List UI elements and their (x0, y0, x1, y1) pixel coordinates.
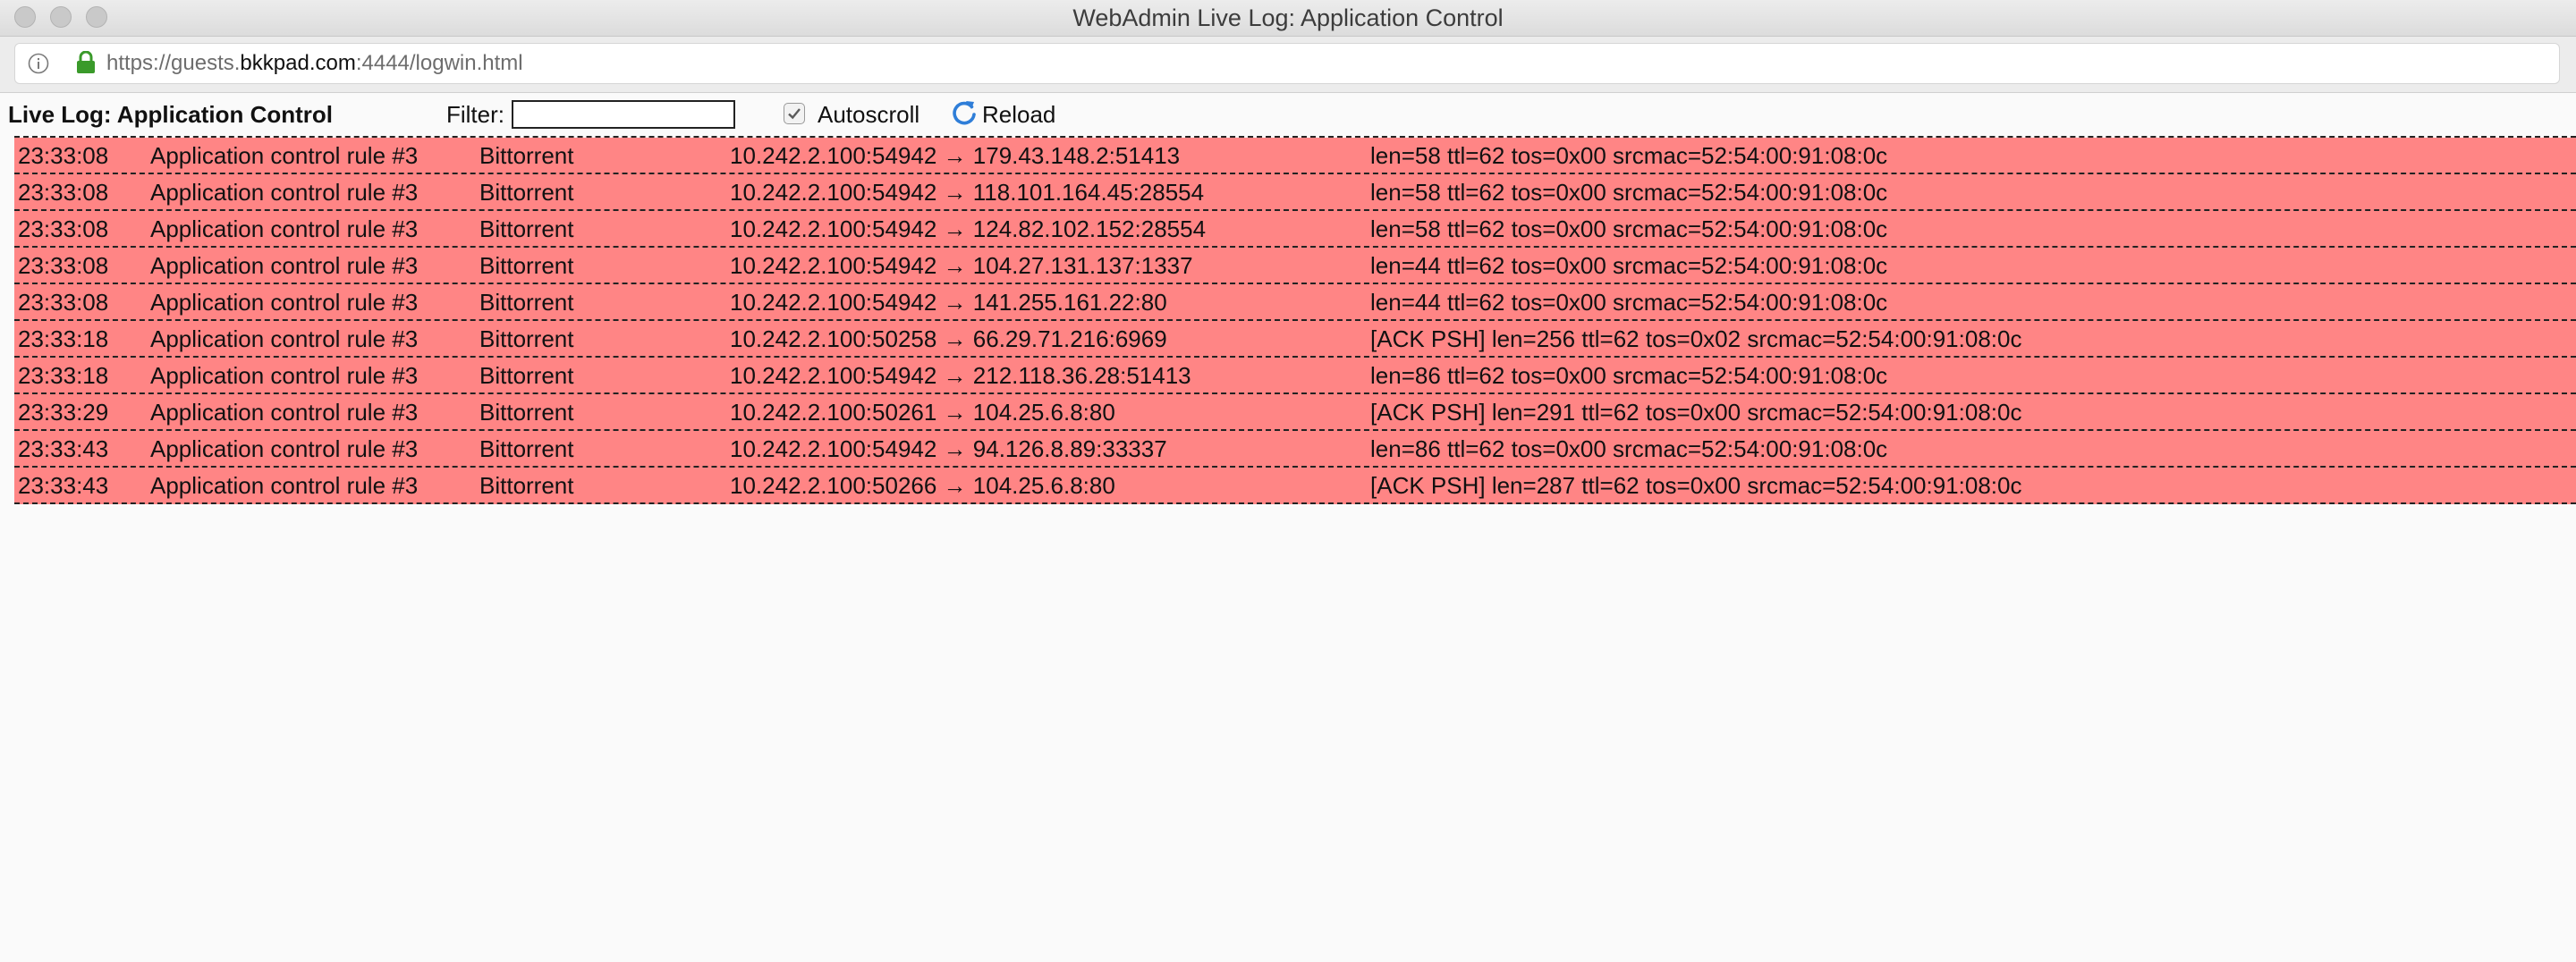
log-connection: 10.242.2.100:54942 → 141.255.161.22:80 (730, 289, 1167, 316)
lock-icon (77, 51, 95, 73)
address-bar[interactable]: https://guests.bkkpad.com:4444/logwin.ht… (14, 43, 2560, 84)
log-row: 23:33:08 Application control rule #3 Bitto… (14, 138, 2576, 174)
window-title: WebAdmin Live Log: Application Control (1072, 4, 1504, 31)
log-connection: 10.242.2.100:54942 → 212.118.36.28:51413 (730, 362, 1191, 389)
reload-label: Reload (982, 101, 1056, 128)
log-time: 23:33:08 (18, 142, 109, 169)
log-time: 23:33:08 (18, 289, 109, 316)
log-row: 23:33:18 Application control rule #3 Bitto… (14, 358, 2576, 394)
log-packet-info: len=58 ttl=62 tos=0x00 srcmac=52:54:00:9… (1370, 215, 1888, 242)
log-packet-info: len=86 ttl=62 tos=0x00 srcmac=52:54:00:9… (1370, 435, 1888, 462)
log-rule: Application control rule #3 (150, 472, 419, 499)
info-icon[interactable] (28, 53, 49, 74)
page-title: Live Log: Application Control (8, 101, 334, 128)
log-rule: Application control rule #3 (150, 215, 419, 242)
log-connection: 10.242.2.100:54942 → 104.27.131.137:1337 (730, 252, 1193, 279)
log-time: 23:33:43 (18, 472, 109, 499)
log-connection: 10.242.2.100:50258 → 66.29.71.216:6969 (730, 325, 1167, 352)
log-connection: 10.242.2.100:54942 → 124.82.102.152:2855… (730, 215, 1207, 242)
browser-window: WebAdmin Live Log: Application Control h… (0, 0, 2576, 962)
log-time: 23:33:43 (18, 435, 109, 462)
title-bar: WebAdmin Live Log: Application Control (0, 0, 2576, 37)
log-time: 23:33:29 (18, 399, 109, 426)
log-row: 23:33:43 Application control rule #3 Bitto… (14, 468, 2576, 504)
log-row: 23:33:08 Application control rule #3 Bitto… (14, 284, 2576, 321)
log-rule: Application control rule #3 (150, 252, 419, 279)
log-connection: 10.242.2.100:54942 → 94.126.8.89:33337 (730, 435, 1167, 462)
log-connection: 10.242.2.100:50266 → 104.25.6.8:80 (730, 472, 1115, 499)
log-rule: Application control rule #3 (150, 399, 419, 426)
log-rule: Application control rule #3 (150, 289, 419, 316)
log-rule: Application control rule #3 (150, 325, 419, 352)
log-time: 23:33:08 (18, 252, 109, 279)
log-packet-info: len=58 ttl=62 tos=0x00 srcmac=52:54:00:9… (1370, 142, 1888, 169)
log-table: 23:33:08 Application control rule #3 Bitto… (14, 136, 2576, 504)
log-row: 23:33:29 Application control rule #3 Bitto… (14, 394, 2576, 431)
log-row: 23:33:43 Application control rule #3 Bitto… (14, 431, 2576, 468)
url-suffix: :4444/logwin.html (355, 51, 523, 75)
log-packet-info: len=44 ttl=62 tos=0x00 srcmac=52:54:00:9… (1370, 289, 1888, 316)
reload-icon (953, 101, 976, 125)
log-row: 23:33:08 Application control rule #3 Bitto… (14, 174, 2576, 211)
log-packet-info: [ACK PSH] len=291 ttl=62 tos=0x00 srcmac… (1370, 399, 2022, 426)
filter-label: Filter: (446, 101, 504, 128)
log-application: Bittorrent (479, 325, 574, 352)
log-application: Bittorrent (479, 399, 574, 426)
log-packet-info: len=44 ttl=62 tos=0x00 srcmac=52:54:00:9… (1370, 252, 1888, 279)
log-application: Bittorrent (479, 472, 574, 499)
log-connection: 10.242.2.100:54942 → 118.101.164.45:2855… (730, 179, 1205, 206)
log-row: 23:33:18 Application control rule #3 Bitto… (14, 321, 2576, 358)
log-rule: Application control rule #3 (150, 142, 419, 169)
log-time: 23:33:18 (18, 325, 109, 352)
log-packet-info: len=58 ttl=62 tos=0x00 srcmac=52:54:00:9… (1370, 179, 1888, 206)
log-connection: 10.242.2.100:50261 → 104.25.6.8:80 (730, 399, 1115, 426)
checkbox-check-icon (788, 108, 801, 120)
log-row: 23:33:08 Application control rule #3 Bitto… (14, 248, 2576, 284)
log-packet-info: [ACK PSH] len=287 ttl=62 tos=0x00 srcmac… (1370, 472, 2022, 499)
log-time: 23:33:08 (18, 179, 109, 206)
filter-input[interactable] (512, 100, 735, 129)
log-application: Bittorrent (479, 179, 574, 206)
url-prefix: https://guests. (106, 51, 241, 75)
url-text[interactable]: https://guests.bkkpad.com:4444/logwin.ht… (106, 44, 523, 83)
log-time: 23:33:08 (18, 215, 109, 242)
address-bar-area: https://guests.bkkpad.com:4444/logwin.ht… (0, 37, 2576, 93)
log-application: Bittorrent (479, 435, 574, 462)
log-application: Bittorrent (479, 289, 574, 316)
autoscroll-label: Autoscroll (818, 101, 920, 128)
log-rule: Application control rule #3 (150, 435, 419, 462)
log-application: Bittorrent (479, 142, 574, 169)
log-row: 23:33:08 Application control rule #3 Bitto… (14, 211, 2576, 248)
url-host: bkkpad.com (240, 51, 356, 75)
log-application: Bittorrent (479, 252, 574, 279)
log-connection: 10.242.2.100:54942 → 179.43.148.2:51413 (730, 142, 1181, 169)
autoscroll-checkbox[interactable] (784, 103, 805, 124)
log-application: Bittorrent (479, 362, 574, 389)
log-rule: Application control rule #3 (150, 179, 419, 206)
log-time: 23:33:18 (18, 362, 109, 389)
log-toolbar: Live Log: Application Control Filter: Au… (0, 93, 2576, 134)
log-packet-info: [ACK PSH] len=256 ttl=62 tos=0x02 srcmac… (1370, 325, 2022, 352)
log-application: Bittorrent (479, 215, 574, 242)
log-packet-info: len=86 ttl=62 tos=0x00 srcmac=52:54:00:9… (1370, 362, 1888, 389)
log-rule: Application control rule #3 (150, 362, 419, 389)
